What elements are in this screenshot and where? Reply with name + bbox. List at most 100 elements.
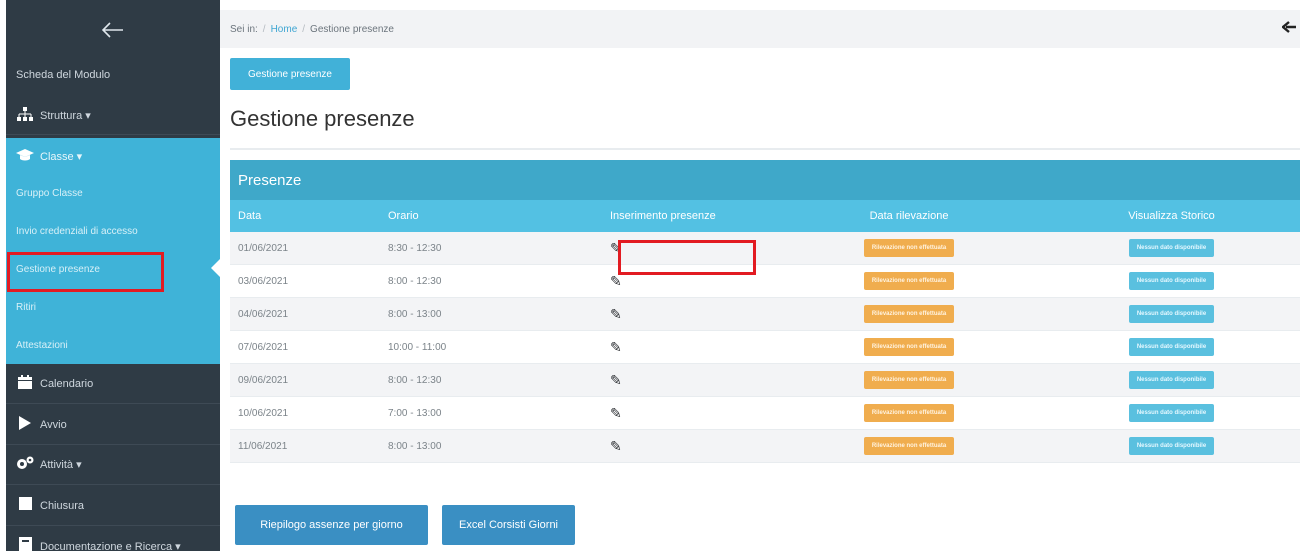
- cell-orario: 8:30 - 12:30: [388, 242, 442, 254]
- column-header-storico: Visualizza Storico: [1128, 210, 1215, 222]
- column-header-rilevazione: Data rilevazione: [869, 210, 949, 222]
- table-row: 07/06/2021 10:00 - 11:00 ✎ Rilevazione n…: [230, 331, 1300, 364]
- breadcrumb-separator: /: [302, 23, 306, 35]
- status-badge: Rilevazione non effettuata: [863, 272, 955, 290]
- sidebar-subitem-ritiri[interactable]: Ritiri: [6, 288, 220, 326]
- column-header-orario: Orario: [388, 210, 419, 222]
- storico-badge[interactable]: Nessun dato disponibile: [1128, 437, 1215, 455]
- back-arrow-icon[interactable]: [1281, 20, 1296, 38]
- status-badge: Rilevazione non effettuata: [863, 404, 955, 422]
- presenze-panel: Presenze Data Orario Inserimento presenz…: [230, 148, 1300, 481]
- status-badge: Rilevazione non effettuata: [863, 305, 955, 323]
- cell-data: 07/06/2021: [238, 341, 289, 353]
- back-icon[interactable]: [6, 0, 220, 60]
- cell-orario: 7:00 - 13:00: [388, 407, 442, 419]
- sidebar-item-label: Struttura ▾: [40, 110, 91, 122]
- table-row: 03/06/2021 8:00 - 12:30 ✎ Rilevazione no…: [230, 265, 1300, 298]
- riepilogo-assenze-button[interactable]: Riepilogo assenze per giorno: [235, 505, 428, 545]
- sidebar-item-classe[interactable]: Classe ▾: [6, 138, 220, 174]
- cell-orario: 8:00 - 12:30: [388, 275, 442, 287]
- app-frame: Scheda del Modulo Struttura ▾ Classe ▾ G…: [0, 0, 1300, 551]
- table-row: 11/06/2021 8:00 - 13:00 ✎ Rilevazione no…: [230, 430, 1300, 463]
- sidebar-item-calendario[interactable]: Calendario: [6, 364, 220, 404]
- status-badge: Rilevazione non effettuata: [863, 371, 955, 389]
- sidebar-item-struttura[interactable]: Struttura ▾: [6, 97, 220, 135]
- sidebar-item-modulo[interactable]: Scheda del Modulo: [6, 58, 220, 92]
- status-badge: Rilevazione non effettuata: [863, 338, 955, 356]
- table-row: 10/06/2021 7:00 - 13:00 ✎ Rilevazione no…: [230, 397, 1300, 430]
- gears-icon: [16, 456, 34, 474]
- sidebar-item-label: Attività ▾: [40, 459, 82, 471]
- cell-data: 03/06/2021: [238, 275, 289, 287]
- sidebar-item-documentazione[interactable]: Documentazione e Ricerca ▾: [6, 526, 220, 551]
- storico-badge[interactable]: Nessun dato disponibile: [1128, 404, 1215, 422]
- sidebar-subitem-gruppo-classe[interactable]: Gruppo Classe: [6, 174, 220, 212]
- cell-data: 04/06/2021: [238, 308, 289, 320]
- breadcrumb-current: Gestione presenze: [310, 23, 394, 35]
- sidebar-item-label: Gruppo Classe: [16, 187, 83, 199]
- highlight-box-pencil: [618, 240, 756, 275]
- highlight-box-gestione: [7, 252, 164, 292]
- cell-data: 01/06/2021: [238, 242, 289, 254]
- sidebar-item-label: Scheda del Modulo: [16, 69, 111, 81]
- cell-data: 11/06/2021: [238, 440, 288, 452]
- table-row: 01/06/2021 8:30 - 12:30 ✎ Rilevazione no…: [230, 232, 1300, 265]
- sidebar-item-label: Invio credenziali di accesso: [16, 225, 138, 237]
- table-row: 09/06/2021 8:00 - 12:30 ✎ Rilevazione no…: [230, 364, 1300, 397]
- sidebar-item-attivita[interactable]: Attività ▾: [6, 445, 220, 485]
- status-badge: Rilevazione non effettuata: [863, 437, 955, 455]
- stop-icon: [16, 497, 34, 514]
- sidebar-item-label: Classe ▾: [40, 150, 83, 163]
- sidebar-item-label: Attestazioni: [16, 339, 68, 351]
- storico-badge[interactable]: Nessun dato disponibile: [1128, 305, 1215, 323]
- cell-orario: 8:00 - 13:00: [388, 308, 442, 320]
- table-header: Data Orario Inserimento presenze Data ri…: [230, 200, 1300, 232]
- excel-corsisti-button[interactable]: Excel Corsisti Giorni: [442, 505, 575, 545]
- pencil-icon[interactable]: ✎: [610, 306, 622, 323]
- breadcrumb-prefix: Sei in:: [230, 23, 258, 35]
- graduation-cap-icon: [16, 148, 34, 165]
- table-body: 01/06/2021 8:30 - 12:30 ✎ Rilevazione no…: [230, 232, 1300, 463]
- table-row: 04/06/2021 8:00 - 13:00 ✎ Rilevazione no…: [230, 298, 1300, 331]
- sidebar-item-label: Chiusura: [40, 499, 85, 512]
- cell-orario: 8:00 - 13:00: [388, 440, 442, 452]
- pencil-icon[interactable]: ✎: [610, 438, 622, 455]
- cell-orario: 10:00 - 11:00: [388, 341, 447, 353]
- arrow-left-icon: [102, 22, 123, 38]
- breadcrumb: Sei in: / Home / Gestione presenze: [220, 10, 1300, 48]
- status-badge: Rilevazione non effettuata: [863, 239, 955, 257]
- sitemap-icon: [16, 106, 34, 125]
- pencil-icon[interactable]: ✎: [610, 372, 622, 389]
- sidebar-item-avvio[interactable]: Avvio: [6, 405, 220, 445]
- column-header-data: Data: [238, 210, 262, 222]
- play-icon: [16, 415, 34, 434]
- storico-badge[interactable]: Nessun dato disponibile: [1128, 239, 1215, 257]
- panel-title: Presenze: [230, 160, 1300, 200]
- page-title: Gestione presenze: [230, 106, 415, 131]
- sidebar-item-label: Ritiri: [16, 301, 36, 313]
- sidebar: Scheda del Modulo Struttura ▾ Classe ▾ G…: [6, 0, 221, 551]
- main-content: Sei in: / Home / Gestione presenze Gesti…: [220, 0, 1300, 551]
- storico-badge[interactable]: Nessun dato disponibile: [1128, 272, 1215, 290]
- cell-data: 09/06/2021: [238, 374, 289, 386]
- cell-orario: 8:00 - 12:30: [388, 374, 442, 386]
- storico-badge[interactable]: Nessun dato disponibile: [1128, 371, 1215, 389]
- pencil-icon[interactable]: ✎: [610, 405, 622, 422]
- breadcrumb-home-link[interactable]: Home: [271, 24, 298, 35]
- sidebar-item-label: Calendario: [40, 377, 94, 390]
- book-icon: [16, 537, 34, 551]
- sidebar-classe-group: Classe ▾ Gruppo Classe Invio credenziali…: [6, 138, 220, 364]
- storico-badge[interactable]: Nessun dato disponibile: [1128, 338, 1215, 356]
- pencil-icon[interactable]: ✎: [610, 273, 622, 290]
- sidebar-item-chiusura[interactable]: Chiusura: [6, 486, 220, 526]
- sidebar-subitem-invio-credenziali[interactable]: Invio credenziali di accesso: [6, 212, 220, 250]
- breadcrumb-separator: /: [262, 23, 266, 35]
- sidebar-item-label: Avvio: [40, 418, 67, 431]
- column-header-inserimento: Inserimento presenze: [610, 210, 716, 222]
- gestione-presenze-button[interactable]: Gestione presenze: [230, 58, 350, 90]
- sidebar-subitem-attestazioni[interactable]: Attestazioni: [6, 326, 220, 364]
- cell-data: 10/06/2021: [238, 407, 289, 419]
- sidebar-item-label: Documentazione e Ricerca ▾: [40, 540, 181, 551]
- pencil-icon[interactable]: ✎: [610, 339, 622, 356]
- calendar-icon: [16, 374, 34, 393]
